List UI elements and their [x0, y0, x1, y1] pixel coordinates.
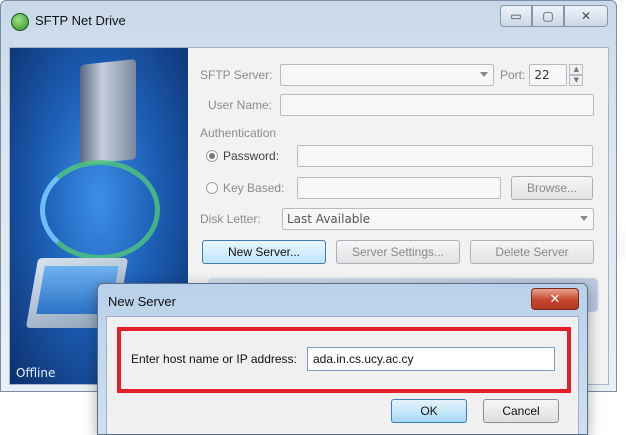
minimize-button[interactable]: ▭ — [500, 5, 532, 27]
maximize-icon: ▢ — [542, 9, 554, 23]
browse-button[interactable]: Browse... — [511, 176, 593, 200]
host-input[interactable]: ada.in.cs.ucy.ac.cy — [307, 347, 555, 371]
caption-buttons: ▭ ▢ ✕ — [500, 5, 608, 27]
stepper-up-icon[interactable]: ▲ — [569, 64, 584, 75]
server-tower-icon — [80, 59, 136, 165]
password-label: Password: — [223, 149, 280, 163]
window-title: SFTP Net Drive — [35, 13, 126, 28]
delete-server-button[interactable]: Delete Server — [470, 240, 594, 264]
stepper-down-icon[interactable]: ▼ — [569, 75, 584, 86]
chevron-down-icon — [580, 216, 588, 221]
minimize-icon: ▭ — [510, 9, 522, 23]
server-settings-button[interactable]: Server Settings... — [336, 240, 460, 264]
port-label: Port: — [500, 68, 526, 82]
disk-letter-combo[interactable]: Last Available — [282, 208, 594, 230]
dialog-body: Enter host name or IP address: ada.in.cs… — [106, 316, 579, 434]
disk-letter-label: Disk Letter: — [200, 212, 261, 226]
username-label: User Name: — [208, 98, 273, 112]
chevron-down-icon — [480, 72, 488, 77]
port-stepper[interactable]: ▲ ▼ — [569, 64, 584, 86]
ok-button[interactable]: OK — [391, 399, 467, 423]
close-icon: ✕ — [549, 291, 561, 307]
dialog-close-button[interactable]: ✕ — [531, 288, 579, 310]
username-input[interactable] — [280, 94, 594, 116]
close-icon: ✕ — [580, 9, 592, 23]
keybased-radio[interactable] — [206, 182, 218, 194]
connection-status: Offline — [16, 366, 56, 380]
server-label: SFTP Server: — [200, 68, 273, 82]
password-input[interactable] — [297, 145, 593, 167]
sync-arrows-icon — [40, 160, 160, 260]
new-server-button[interactable]: New Server... — [202, 240, 326, 264]
password-radio[interactable] — [206, 150, 218, 162]
dialog-title: New Server — [108, 294, 176, 309]
app-icon — [11, 13, 29, 31]
server-combo[interactable] — [280, 64, 494, 86]
port-input[interactable]: 22 — [529, 64, 568, 86]
host-label: Enter host name or IP address: — [131, 352, 297, 366]
keybased-label: Key Based: — [223, 181, 285, 195]
new-server-dialog: New Server ✕ Enter host name or IP addre… — [97, 283, 588, 435]
authentication-label: Authentication — [200, 126, 277, 140]
cancel-button[interactable]: Cancel — [483, 399, 559, 423]
keybased-input[interactable] — [297, 177, 501, 199]
close-button[interactable]: ✕ — [564, 5, 608, 27]
maximize-button[interactable]: ▢ — [532, 5, 564, 27]
